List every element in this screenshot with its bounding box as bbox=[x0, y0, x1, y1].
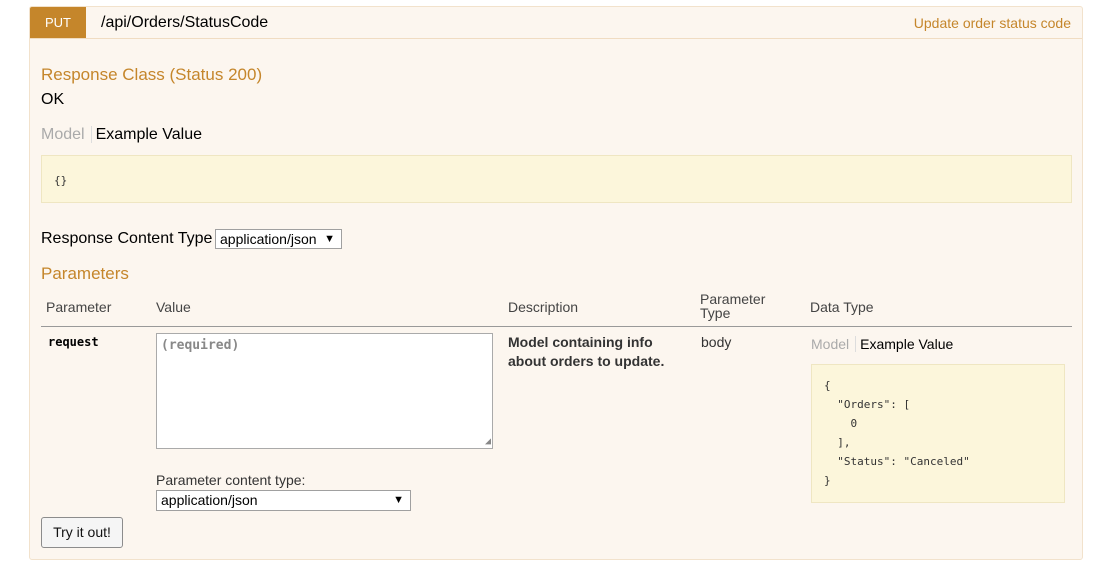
parameter-name: request bbox=[48, 335, 99, 349]
table-header-divider bbox=[41, 326, 1072, 327]
data-type-tab-example-value[interactable]: Example Value bbox=[856, 336, 953, 352]
tab-example-value[interactable]: Example Value bbox=[92, 126, 202, 143]
response-content-type-value: application/json bbox=[220, 231, 317, 247]
data-type-tab-model[interactable]: Model bbox=[811, 336, 857, 352]
column-header-parameter: Parameter bbox=[46, 299, 112, 315]
parameter-content-type-label: Parameter content type: bbox=[156, 472, 306, 488]
request-body-textarea[interactable]: (required) ◢ bbox=[156, 333, 493, 449]
request-body-placeholder: (required) bbox=[161, 338, 240, 353]
response-signature-tabs: Model Example Value bbox=[41, 126, 202, 144]
tab-model[interactable]: Model bbox=[41, 126, 92, 143]
data-type-signature-tabs: Model Example Value bbox=[811, 336, 953, 352]
response-class-heading: Response Class (Status 200) bbox=[41, 65, 263, 84]
response-description: OK bbox=[41, 91, 65, 108]
response-example-snippet: {} bbox=[41, 155, 1072, 203]
column-header-parameter-type-line1: Parameter bbox=[700, 291, 766, 307]
response-example-code: {} bbox=[54, 174, 68, 187]
response-content-type-label: Response Content Type bbox=[41, 230, 213, 247]
dropdown-arrow-icon: ▼ bbox=[324, 233, 335, 245]
endpoint-path[interactable]: /api/Orders/StatusCode bbox=[101, 14, 268, 32]
column-header-value: Value bbox=[156, 299, 191, 315]
try-it-out-button[interactable]: Try it out! bbox=[41, 517, 123, 548]
resize-handle-icon[interactable]: ◢ bbox=[485, 437, 491, 447]
parameter-content-type-select[interactable]: application/json ▼ bbox=[156, 490, 411, 511]
parameter-example-snippet[interactable]: { "Orders": [ 0 ], "Status": "Canceled" … bbox=[811, 364, 1065, 503]
column-header-parameter-type-line2: Type bbox=[700, 305, 731, 321]
operation-header[interactable]: PUT /api/Orders/StatusCode Update order … bbox=[30, 7, 1082, 39]
http-method-badge[interactable]: PUT bbox=[30, 7, 86, 38]
response-content-type-select[interactable]: application/json ▼ bbox=[215, 229, 342, 249]
parameter-description: Model containing info about orders to up… bbox=[508, 334, 665, 369]
operation-panel: PUT /api/Orders/StatusCode Update order … bbox=[29, 6, 1083, 560]
parameters-heading: Parameters bbox=[41, 264, 129, 283]
dropdown-arrow-icon: ▼ bbox=[393, 494, 404, 506]
column-header-description: Description bbox=[508, 299, 579, 315]
column-header-data-type: Data Type bbox=[810, 299, 874, 315]
column-header-parameter-type: Parameter Type bbox=[700, 292, 765, 320]
parameter-content-type-value: application/json bbox=[161, 492, 258, 508]
parameter-type: body bbox=[701, 334, 732, 350]
operation-summary[interactable]: Update order status code bbox=[914, 15, 1071, 31]
parameter-example-code: { "Orders": [ 0 ], "Status": "Canceled" … bbox=[824, 379, 970, 487]
